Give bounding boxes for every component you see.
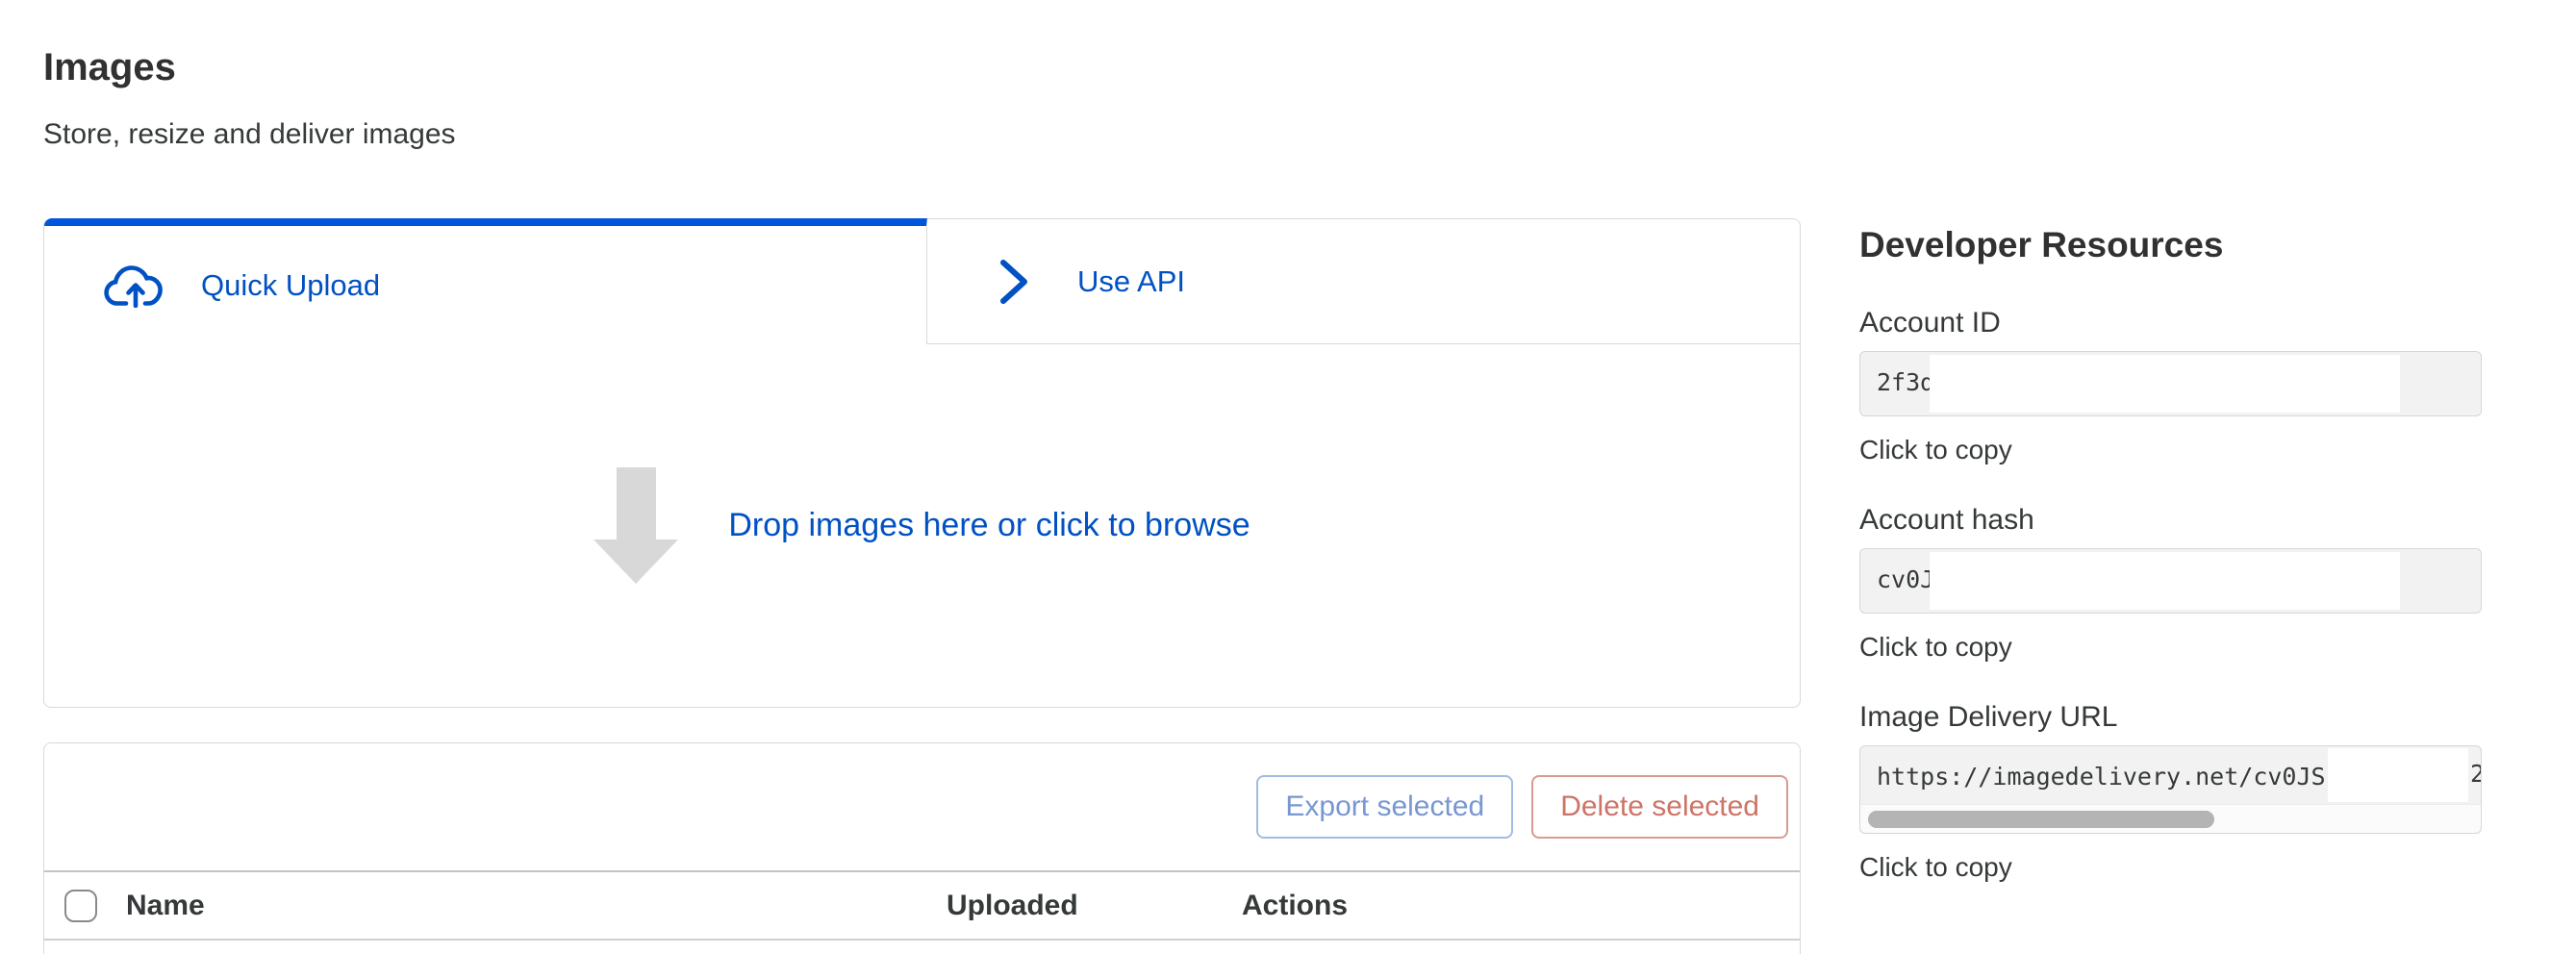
image-delivery-url-label: Image Delivery URL (1859, 703, 2482, 732)
images-page: Images Store, resize and deliver images … (0, 0, 2576, 954)
upload-panel: Quick Upload Use API Drop images here or… (43, 218, 1801, 708)
page-title: Images (43, 44, 456, 90)
developer-resources-title: Developer Resources (1859, 224, 2482, 266)
column-header-uploaded: Uploaded (947, 890, 1242, 922)
account-hash-field: Account hash cv0J Click to copy (1859, 506, 2482, 661)
account-id-copy-box[interactable]: 2f3d (1859, 351, 2482, 416)
down-arrow-icon (593, 467, 678, 584)
tab-use-api[interactable]: Use API (927, 218, 1800, 344)
redaction-overlay (2328, 748, 2468, 802)
delete-selected-button[interactable]: Delete selected (1531, 775, 1788, 839)
tab-quick-upload-label: Quick Upload (201, 268, 380, 303)
select-all-checkbox[interactable] (64, 890, 97, 922)
account-id-value: 2f3d (1877, 352, 1934, 412)
chevron-right-icon (997, 258, 1031, 306)
down-arrow-head (593, 540, 678, 584)
developer-resources-panel: Developer Resources Account ID 2f3d Clic… (1859, 224, 2482, 881)
down-arrow-stem (617, 467, 656, 540)
page-subtitle: Store, resize and deliver images (43, 117, 456, 152)
account-id-field: Account ID 2f3d Click to copy (1859, 309, 2482, 464)
export-selected-button[interactable]: Export selected (1256, 775, 1513, 839)
image-delivery-url-value: https://imagedelivery.net/cv0JS (1877, 746, 2326, 806)
redaction-overlay (1930, 552, 2400, 610)
tab-quick-upload[interactable]: Quick Upload (44, 218, 927, 344)
account-hash-copy-box[interactable]: cv0J (1859, 548, 2482, 614)
redaction-overlay (1930, 355, 2400, 413)
image-delivery-url-field: Image Delivery URL https://imagedelivery… (1859, 703, 2482, 881)
upload-tabs: Quick Upload Use API (44, 218, 1800, 344)
table-header-row: Name Uploaded Actions (44, 870, 1800, 941)
account-id-copy-hint: Click to copy (1859, 437, 2482, 464)
account-hash-copy-hint: Click to copy (1859, 634, 2482, 661)
image-list-panel: Export selected Delete selected Name Upl… (43, 742, 1801, 954)
image-delivery-url-fragment: 2 (2470, 760, 2481, 792)
column-header-name: Name (126, 890, 947, 922)
image-delivery-url-copy-box[interactable]: https://imagedelivery.net/cv0JS 2 (1859, 745, 2482, 834)
account-hash-label: Account hash (1859, 506, 2482, 535)
column-header-actions: Actions (1242, 890, 1348, 922)
cloud-upload-icon (104, 264, 167, 308)
tab-use-api-label: Use API (1077, 264, 1185, 299)
account-id-label: Account ID (1859, 309, 2482, 338)
page-header: Images Store, resize and deliver images (43, 44, 456, 152)
image-dropzone[interactable]: Drop images here or click to browse (44, 344, 1800, 707)
bulk-actions-row: Export selected Delete selected (44, 743, 1800, 870)
account-hash-value: cv0J (1877, 549, 1934, 609)
dropzone-label: Drop images here or click to browse (728, 507, 1250, 544)
horizontal-scrollbar-track (1860, 804, 2481, 833)
image-delivery-url-copy-hint: Click to copy (1859, 854, 2482, 881)
horizontal-scrollbar-thumb[interactable] (1868, 811, 2214, 828)
